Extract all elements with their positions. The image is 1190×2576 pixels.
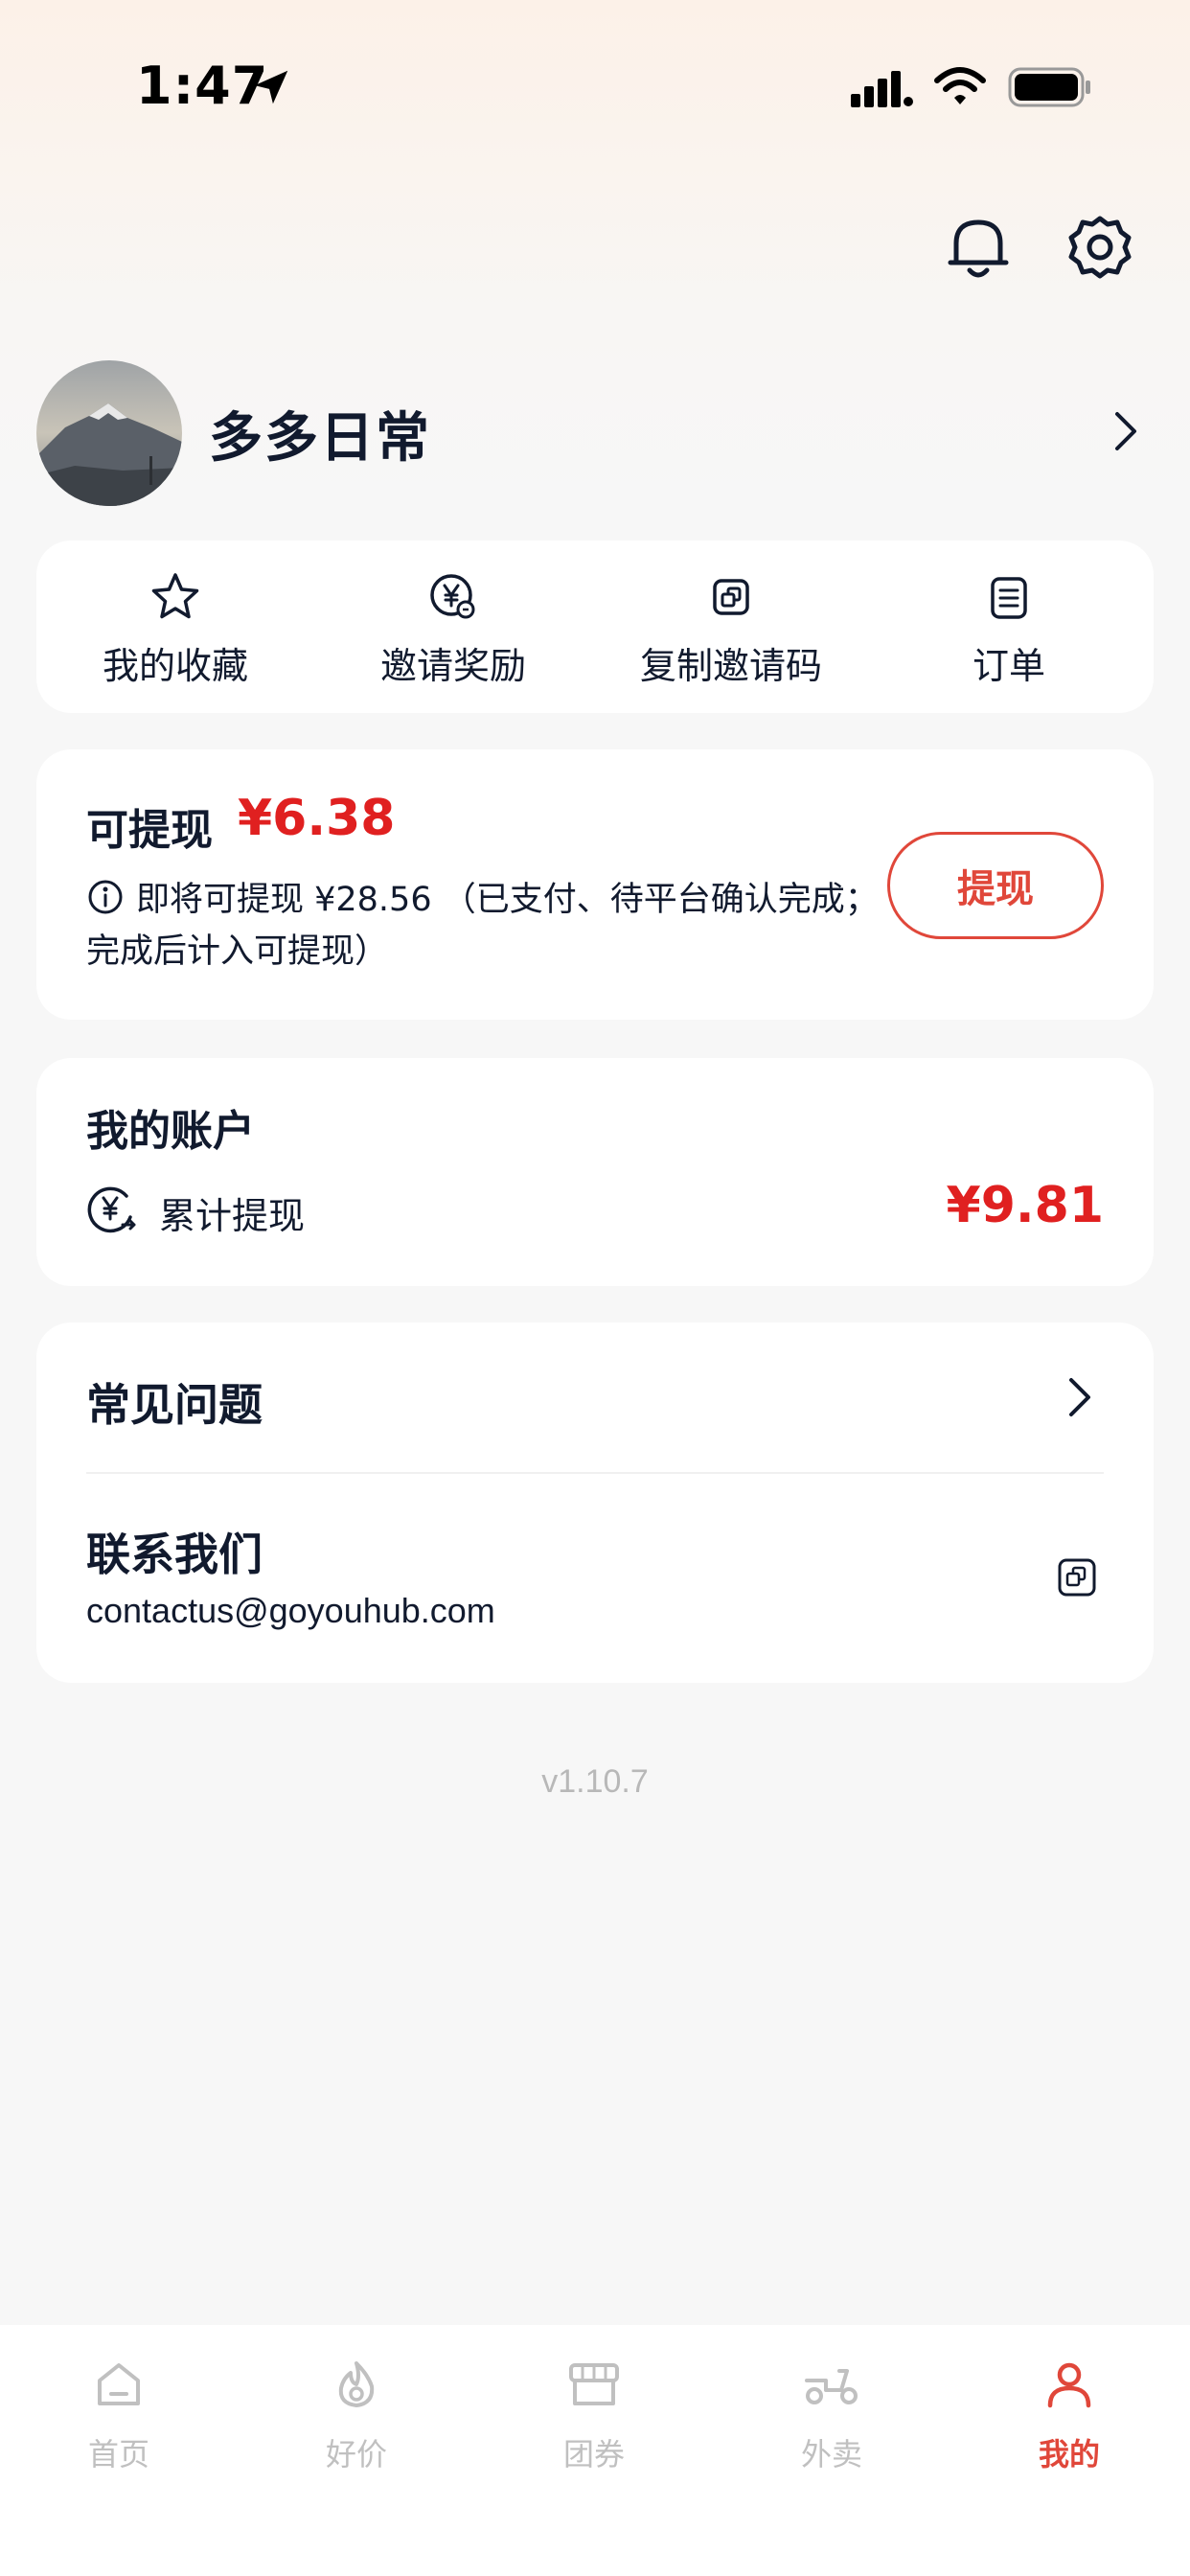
bell-icon[interactable] — [947, 213, 1010, 282]
faq-item[interactable]: 常见问题 — [86, 1370, 263, 1434]
location-arrow-icon — [254, 70, 288, 104]
chevron-right-icon[interactable] — [1065, 1376, 1094, 1418]
total-withdrawn-value: ¥9.81 — [946, 1177, 1104, 1234]
total-withdrawn-label: 累计提现 — [159, 1195, 306, 1237]
quick-action-label: 我的收藏 — [102, 645, 248, 687]
person-icon — [1047, 2362, 1091, 2408]
username[interactable]: 多多日常 — [209, 395, 431, 472]
quick-action-label: 邀请奖励 — [379, 645, 526, 687]
help-card: 常见问题 联系我们 contactus@goyouhub.com — [36, 1322, 1154, 1683]
copy-icon[interactable] — [1056, 1556, 1098, 1598]
battery-icon — [1008, 67, 1090, 107]
avatar[interactable] — [36, 360, 182, 506]
account-title: 我的账户 — [86, 1107, 255, 1156]
tab-mine[interactable]: 我的 — [950, 2325, 1188, 2488]
quick-action-label: 复制邀请码 — [639, 645, 822, 687]
yen-reward-icon — [430, 574, 475, 619]
account-card: 我的账户 累计提现 ¥9.81 — [36, 1058, 1154, 1286]
tab-label: 外卖 — [800, 2436, 862, 2472]
tab-label: 我的 — [1038, 2436, 1100, 2472]
quick-action-copy-invite-code[interactable]: 复制邀请码 — [592, 540, 870, 713]
quick-actions-card: 我的收藏 邀请奖励 复制邀请码 订单 — [36, 540, 1154, 713]
tab-delivery[interactable]: 外卖 — [713, 2325, 950, 2488]
withdraw-amount: ¥6.38 — [238, 790, 396, 847]
tab-label: 好价 — [325, 2436, 387, 2472]
cellular-signal-icon — [851, 71, 913, 107]
quick-action-invite-reward[interactable]: 邀请奖励 — [314, 540, 592, 713]
app-version: v1.10.7 — [541, 1763, 649, 1800]
flame-icon — [338, 2361, 375, 2407]
scooter-icon — [805, 2369, 858, 2404]
star-icon — [151, 573, 199, 619]
chevron-right-icon[interactable] — [1111, 410, 1140, 452]
store-icon — [569, 2363, 619, 2405]
copy-icon — [713, 579, 749, 615]
quick-action-label: 订单 — [972, 645, 1045, 687]
withdraw-button[interactable]: 提现 — [887, 832, 1104, 939]
bottom-tab-bar: 首页 好价 团券 外卖 我的 — [0, 2325, 1190, 2576]
tab-deals[interactable]: 好价 — [238, 2325, 475, 2488]
tab-label: 团券 — [562, 2436, 625, 2472]
quick-action-orders[interactable]: 订单 — [870, 540, 1148, 713]
avatar-mountain-image — [36, 360, 182, 506]
withdraw-title: 可提现 — [86, 806, 213, 855]
contact-email: contactus@goyouhub.com — [86, 1591, 495, 1630]
tab-group-coupons[interactable]: 团券 — [475, 2325, 713, 2488]
contact-us-label: 联系我们 — [86, 1529, 263, 1580]
wifi-icon — [934, 67, 986, 104]
withdraw-card: 可提现 ¥6.38 即将可提现 ¥28.56 （已支付、待平台确认完成；完成后计… — [36, 749, 1154, 1020]
home-icon — [98, 2363, 140, 2405]
gear-icon[interactable] — [1065, 213, 1134, 282]
order-list-icon — [991, 577, 1027, 619]
tab-label: 首页 — [87, 2436, 149, 2472]
divider — [86, 1472, 1104, 1474]
tab-home[interactable]: 首页 — [0, 2325, 238, 2488]
yen-transfer-icon — [87, 1186, 136, 1233]
quick-action-favorites[interactable]: 我的收藏 — [36, 540, 314, 713]
pending-withdraw-text: 即将可提现 ¥28.56 （已支付、待平台确认完成；完成后计入可提现） — [86, 881, 879, 971]
